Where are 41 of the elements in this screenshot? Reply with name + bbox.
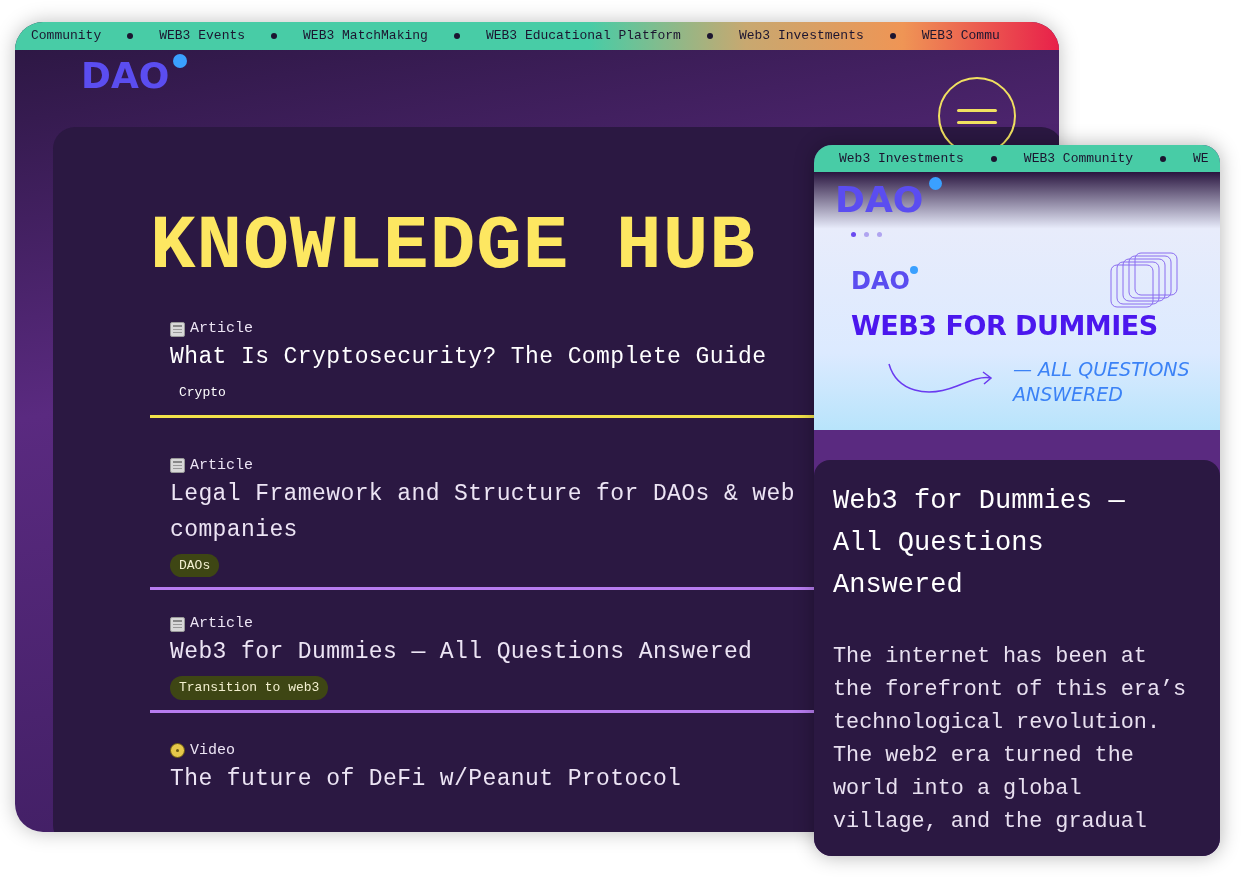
bullet-icon [453,33,460,39]
menu-icon [957,108,997,124]
ticker-link[interactable]: WEB3 Educational Platform [485,26,681,46]
article-body: The internet has been at the forefront of this era’s technological revolution. The web2 era turned the world into a global village, and the gradual [833,643,1188,836]
banner-subtitle: — ALL QUESTIONS ANSWERED [1013,357,1191,407]
article-link[interactable]: The future of DeFi w/Peanut Protocol [170,760,682,797]
article-link[interactable]: Web3 for Dummies — All Questions Answered [170,634,753,670]
ticker-link[interactable]: Community [31,26,102,46]
bullet-icon [271,33,278,39]
banner-title: WEB3 FOR DUMMIES [851,312,1158,339]
ticker-link[interactable]: Web3 Investments [839,148,964,169]
article-link[interactable]: What Is Cryptosecurity? The Complete Guide [170,339,767,375]
ticker-link[interactable]: WEB3 Commu [921,26,1000,46]
bullet-icon [127,33,134,39]
article-title: Web3 for Dummies — All Questions Answered [833,485,1126,602]
article-link[interactable]: Legal Framework and Structure for DAOs & web companies [170,475,810,548]
content-type-label: Article [190,319,253,339]
ticker-link[interactable]: WEB3 Community [1023,148,1134,169]
tag-chip[interactable]: DAOs [170,553,220,577]
ticker-link[interactable]: WEB3 MatchMaking [303,26,428,46]
content-type-label: Video [190,740,235,761]
dot-icon [929,177,942,190]
coin-icon [170,743,185,758]
dot-icon [910,266,918,274]
newspaper-icon [170,321,185,337]
newspaper-icon [170,458,185,473]
tag-chip[interactable]: Transition to web3 [170,676,329,700]
content-type-label: Article [190,614,253,634]
banner-logo: DAO [851,269,910,293]
ticker-link[interactable]: Web3 Investments [738,26,864,46]
bullet-icon [889,33,896,39]
page-heading: KNOWLEDGE HUB [150,209,756,285]
bullet-icon [706,33,713,39]
content-type-label: Article [190,455,253,476]
ticker-link[interactable]: WEB3 Events [159,26,246,46]
tag-chip[interactable]: Crypto [170,381,235,405]
bullet-icon [1160,155,1167,162]
dot-icon [173,54,187,68]
bullet-icon [990,155,997,162]
newspaper-icon [170,616,185,632]
ticker-link[interactable]: WE [1193,148,1209,169]
